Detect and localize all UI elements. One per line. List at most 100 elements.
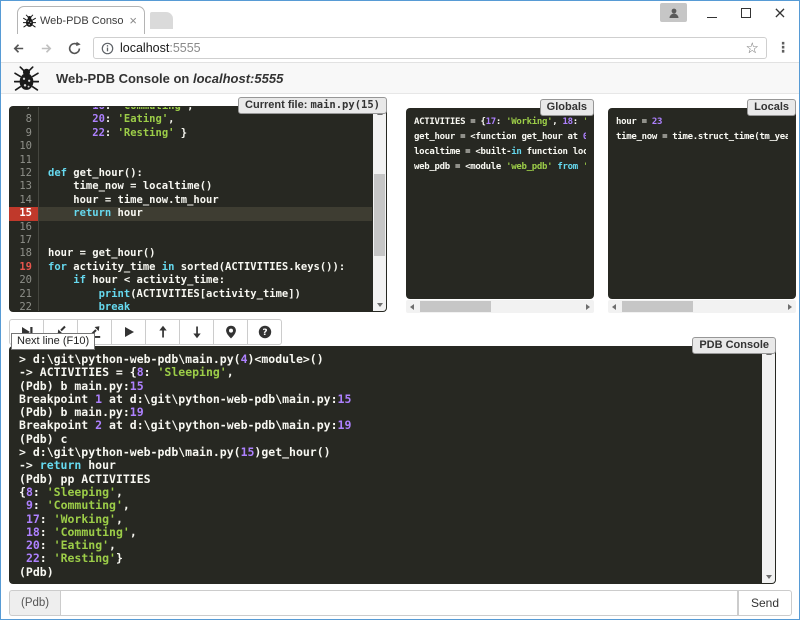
window-minimize-button[interactable] (701, 3, 723, 23)
code-line: 11 (9, 154, 372, 167)
page-title: Web-PDB Console on localhost:5555 (56, 71, 283, 86)
code-line: 18hour = get_hour() (9, 247, 372, 260)
line-number[interactable]: 10 (9, 140, 39, 153)
scroll-down-arrow-icon[interactable] (762, 571, 775, 583)
line-number[interactable]: 17 (9, 234, 39, 247)
stack-up-button[interactable] (145, 319, 180, 345)
refresh-icon (67, 41, 82, 56)
page-info-icon[interactable] (101, 42, 114, 55)
console-line: 9: 'Commuting', (19, 499, 751, 512)
code-line: 9 22: 'Resting' } (9, 127, 372, 140)
close-icon: × (773, 5, 786, 21)
code-line: 12def get_hour(): (9, 167, 372, 180)
stack-down-button[interactable] (179, 319, 214, 345)
globals-label: Globals (540, 99, 594, 116)
bug-logo-icon (14, 65, 39, 92)
minimize-icon (707, 17, 717, 18)
where-button[interactable] (213, 319, 248, 345)
back-arrow-icon (11, 41, 26, 56)
scroll-right-arrow-icon[interactable] (582, 300, 594, 313)
line-number[interactable]: 14 (9, 194, 39, 207)
line-number[interactable]: 12 (9, 167, 39, 180)
new-tab-button[interactable] (150, 12, 173, 29)
code-line: 21 print(ACTIVITIES[activity_time]) (9, 288, 372, 301)
console-line: (Pdb) (19, 566, 751, 579)
console-viewport[interactable]: > d:\git\python-web-pdb\main.py(4)<modul… (9, 347, 761, 583)
locals-scrollbar-thumb[interactable] (622, 301, 693, 312)
code-line: 19for activity_time in sorted(ACTIVITIES… (9, 261, 372, 274)
code-viewport[interactable]: 7 18: 'Commuting',8 20: 'Eating',9 22: '… (9, 107, 372, 311)
globals-horizontal-scrollbar[interactable] (406, 300, 594, 313)
back-button[interactable] (7, 38, 29, 58)
globals-scrollbar-thumb[interactable] (420, 301, 491, 312)
continue-button[interactable] (111, 319, 146, 345)
bug-favicon-icon (23, 14, 36, 28)
line-number[interactable]: 18 (9, 247, 39, 260)
tab-close-icon[interactable]: × (127, 14, 139, 27)
refresh-button[interactable] (63, 38, 85, 58)
code-line: 8 20: 'Eating', (9, 113, 372, 126)
console-line: (Pdb) b main.py:15 (19, 380, 751, 393)
line-number[interactable]: 15 (9, 207, 39, 220)
code-line: 17 (9, 234, 372, 247)
current-file-label-prefix: Current file: (245, 99, 310, 111)
current-file-panel: Current file: main.py(15) 7 18: 'Commuti… (9, 106, 387, 312)
globals-variable: get_hour = <function get_hour at 0 (414, 130, 586, 145)
browser-tab[interactable]: Web-PDB Console on lo × (17, 6, 145, 34)
line-number[interactable]: 9 (9, 127, 39, 140)
scroll-down-arrow-icon[interactable] (373, 299, 386, 311)
code-line: 22 break (9, 301, 372, 311)
console-line: 18: 'Commuting', (19, 526, 751, 539)
console-line: > d:\git\python-web-pdb\main.py(4)<modul… (19, 353, 751, 366)
line-number[interactable]: 21 (9, 288, 39, 301)
code-scrollbar-thumb[interactable] (374, 174, 385, 256)
help-icon: ? (258, 325, 272, 339)
stack-down-icon (190, 325, 204, 339)
line-number[interactable]: 20 (9, 274, 39, 287)
browser-menu-icon[interactable]: ⋮ (773, 40, 793, 56)
line-number[interactable]: 13 (9, 180, 39, 193)
scroll-right-arrow-icon[interactable] (784, 300, 796, 313)
locals-variable: hour = 23 (616, 115, 788, 130)
locals-label: Locals (747, 99, 796, 116)
line-number[interactable]: 19 (9, 261, 39, 274)
send-button[interactable]: Send (738, 590, 792, 616)
command-input[interactable] (60, 590, 738, 616)
profile-button[interactable] (660, 3, 687, 22)
scroll-left-arrow-icon[interactable] (406, 300, 418, 313)
line-number[interactable]: 22 (9, 301, 39, 311)
console-line: -> return hour (19, 459, 751, 472)
console-line: (Pdb) c (19, 433, 751, 446)
code-line: 13 time_now = localtime() (9, 180, 372, 193)
url-box[interactable]: localhost:5555 ☆ (93, 37, 767, 59)
code-vertical-scrollbar[interactable] (373, 107, 386, 311)
console-output: > d:\git\python-web-pdb\main.py(4)<modul… (9, 347, 761, 583)
person-icon (668, 7, 680, 19)
window-close-button[interactable]: × (769, 3, 791, 23)
help-button[interactable]: ? (247, 319, 282, 345)
forward-button[interactable] (35, 38, 57, 58)
line-number[interactable]: 8 (9, 113, 39, 126)
forward-arrow-icon (39, 41, 54, 56)
maximize-icon (741, 8, 751, 18)
console-line: (Pdb) pp ACTIVITIES (19, 473, 751, 486)
locals-variable: time_now = time.struct_time(tm_yea (616, 130, 788, 145)
globals-variable: web_pdb = <module 'web_pdb' from ' (414, 160, 586, 175)
code-line: 16 (9, 221, 372, 234)
command-input-row: (Pdb) Send (9, 590, 792, 616)
locals-horizontal-scrollbar[interactable] (608, 300, 796, 313)
pdb-console-label: PDB Console (692, 337, 776, 354)
stack-up-icon (156, 325, 170, 339)
line-number[interactable]: 11 (9, 154, 39, 167)
console-line: 20: 'Eating', (19, 539, 751, 552)
line-number[interactable]: 16 (9, 221, 39, 234)
bookmark-star-icon[interactable]: ☆ (746, 41, 759, 56)
scroll-left-arrow-icon[interactable] (608, 300, 620, 313)
console-vertical-scrollbar[interactable] (762, 347, 775, 583)
globals-list[interactable]: ACTIVITIES = {17: 'Working', 18: 'get_ho… (406, 108, 594, 182)
locals-panel: Locals hour = 23time_now = time.struct_t… (608, 108, 796, 299)
svg-text:?: ? (262, 328, 267, 338)
console-line: {8: 'Sleeping', (19, 486, 751, 499)
window-maximize-button[interactable] (735, 3, 757, 23)
console-line: 22: 'Resting'} (19, 552, 751, 565)
